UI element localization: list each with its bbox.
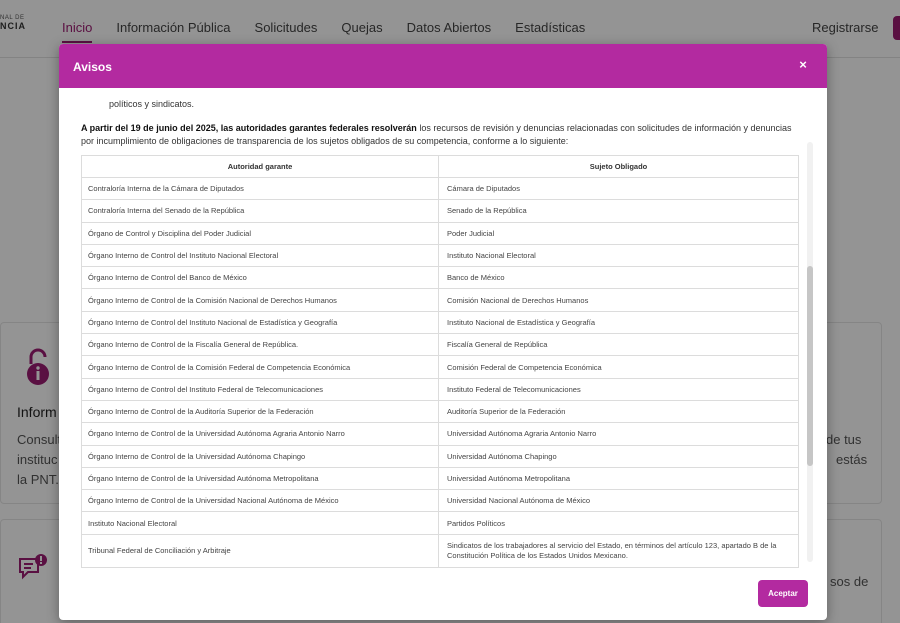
- cell-autoridad: Órgano Interno de Control de la Universi…: [81, 489, 439, 513]
- cell-autoridad: Contraloría Interna de la Cámara de Dipu…: [81, 176, 439, 201]
- notice-fragment-text: políticos y sindicatos.: [109, 99, 195, 109]
- table-row: Instituto Nacional Electoral Partidos Pol…: [81, 511, 799, 535]
- cell-autoridad: Órgano Interno de Control de la Auditorí…: [81, 399, 439, 424]
- cell-sujeto-text: Sindicatos de los trabajadores al servic…: [447, 540, 777, 560]
- cell-autoridad: Órgano Interno de Control de la Universi…: [81, 422, 439, 446]
- cell-sujeto: Sindicatos de los trabajadores al servic…: [438, 533, 799, 568]
- accept-button[interactable]: Aceptar: [758, 580, 808, 607]
- cell-sujeto: Instituto Nacional Electoral: [438, 243, 799, 268]
- cell-autoridad: Instituto Nacional Electoral: [81, 511, 439, 535]
- cell-autoridad: Órgano Interno de Control de la Comisión…: [81, 355, 439, 379]
- notice-intro-bold: A partir del 19 de junio del 2025, las a…: [81, 123, 417, 133]
- cell-sujeto: Comisión Federal de Competencia Económic…: [438, 355, 799, 379]
- table-row: Órgano Interno de Control del Instituto …: [81, 310, 799, 335]
- cell-sujeto: Auditoría Superior de la Federación: [438, 399, 799, 424]
- table-row: Órgano Interno de Control de la Universi…: [81, 466, 799, 491]
- table-row: Tribunal Federal de Conciliación y Arbit…: [81, 533, 799, 568]
- cell-sujeto: Fiscalía General de República: [438, 333, 799, 357]
- cell-autoridad: Órgano Interno de Control de la Universi…: [81, 444, 439, 468]
- table-row: Órgano Interno de Control de la Auditorí…: [81, 399, 799, 424]
- table-row: Órgano Interno de Control del Banco de M…: [81, 266, 799, 290]
- cell-autoridad: Órgano Interno de Control del Instituto …: [81, 243, 439, 268]
- column-header-autoridad: Autoridad garante: [81, 155, 439, 178]
- table-row: Órgano Interno de Control de la Universi…: [81, 422, 799, 446]
- table-row: Órgano Interno de Control de la Comisión…: [81, 288, 799, 312]
- cell-sujeto: Banco de México: [438, 266, 799, 290]
- cell-sujeto: Poder Judicial: [438, 221, 799, 245]
- cell-sujeto: Senado de la República: [438, 199, 799, 223]
- table-row: Órgano Interno de Control del Instituto …: [81, 377, 799, 401]
- cell-autoridad: Órgano Interno de Control de la Universi…: [81, 466, 439, 491]
- cell-autoridad: Órgano Interno de Control del Instituto …: [81, 310, 439, 335]
- table-row: Órgano Interno de Control de la Fiscalía…: [81, 333, 799, 357]
- cell-autoridad: Órgano Interno de Control de la Comisión…: [81, 288, 439, 312]
- table-row: Órgano Interno de Control de la Comisión…: [81, 355, 799, 379]
- table-row: Órgano Interno de Control del Instituto …: [81, 243, 799, 268]
- table-row: Órgano de Control y Disciplina del Poder…: [81, 221, 799, 245]
- cell-sujeto: Comisión Nacional de Derechos Humanos: [438, 288, 799, 312]
- modal-title: Avisos: [73, 60, 112, 74]
- cell-autoridad: Órgano de Control y Disciplina del Poder…: [81, 221, 439, 245]
- cell-sujeto: Cámara de Diputados: [438, 176, 799, 201]
- cell-autoridad: Órgano Interno de Control de la Fiscalía…: [81, 333, 439, 357]
- table-row: Contraloría Interna del Senado de la Rep…: [81, 199, 799, 223]
- notices-modal: Avisos × políticos y sindicatos. A parti…: [59, 44, 827, 620]
- cell-sujeto: Partidos Políticos: [438, 511, 799, 535]
- cell-autoridad: Órgano Interno de Control del Banco de M…: [81, 266, 439, 290]
- table-row: Órgano Interno de Control de la Universi…: [81, 444, 799, 468]
- column-header-sujeto: Sujeto Obligado: [438, 155, 799, 178]
- cell-autoridad: Órgano Interno de Control del Instituto …: [81, 377, 439, 401]
- cell-sujeto: Universidad Autónoma Metropolitana: [438, 466, 799, 491]
- cell-sujeto: Instituto Federal de Telecomunicaciones: [438, 377, 799, 401]
- table-header-row: Autoridad garante Sujeto Obligado: [81, 155, 799, 178]
- notice-intro-paragraph: A partir del 19 de junio del 2025, las a…: [81, 122, 801, 148]
- table-row: Contraloría Interna de la Cámara de Dipu…: [81, 176, 799, 201]
- cell-sujeto: Universidad Autónoma Chapingo: [438, 444, 799, 468]
- cell-sujeto: Instituto Nacional de Estadística y Geog…: [438, 310, 799, 335]
- cell-sujeto: Universidad Autónoma Agraria Antonio Nar…: [438, 422, 799, 446]
- cell-sujeto: Universidad Nacional Autónoma de México: [438, 489, 799, 513]
- table-row: Órgano Interno de Control de la Universi…: [81, 489, 799, 513]
- close-icon[interactable]: ×: [794, 56, 812, 74]
- authorities-table: Autoridad garante Sujeto Obligado Contra…: [81, 155, 799, 568]
- cell-autoridad: Contraloría Interna del Senado de la Rep…: [81, 199, 439, 223]
- modal-scrollbar-thumb[interactable]: [807, 266, 813, 466]
- cell-autoridad: Tribunal Federal de Conciliación y Arbit…: [81, 533, 439, 568]
- modal-header: Avisos ×: [59, 44, 827, 88]
